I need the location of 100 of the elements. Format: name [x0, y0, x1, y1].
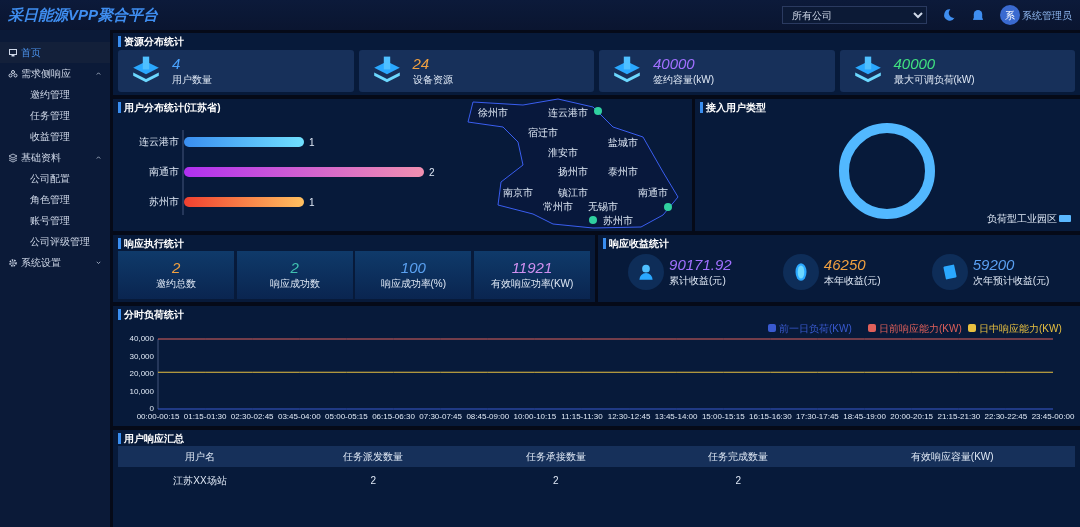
- app-title: 采日能源VPP聚合平台: [8, 4, 158, 25]
- panel-title: 响应收益统计: [602, 237, 1075, 249]
- x-tick-label: 21:15-21:30: [937, 411, 981, 421]
- stat-label: 累计收益(元): [669, 273, 727, 288]
- panel-title: 响应执行统计: [118, 237, 590, 249]
- x-tick-label: 05:00-05:15: [325, 411, 368, 421]
- sidebar-item[interactable]: 系统设置: [0, 252, 110, 273]
- x-tick-label: 07:30-07:45: [419, 411, 462, 421]
- map-label: 盐城市: [608, 137, 638, 148]
- panel-title: 用户响应汇总: [118, 432, 1075, 444]
- table-cell: 2: [282, 467, 465, 494]
- map-label: 泰州市: [608, 166, 638, 177]
- monitor-icon: [8, 47, 18, 58]
- map-label: 无锡市: [588, 201, 618, 212]
- x-tick-label: 11:15-11:30: [561, 411, 603, 421]
- stat-value: 2: [171, 259, 181, 276]
- stat-value: 11921: [511, 259, 553, 276]
- stat-label: 邀约总数: [156, 277, 197, 291]
- sidebar-subitem[interactable]: 邀约管理: [0, 84, 110, 105]
- x-tick-label: 16:15-16:30: [749, 411, 792, 421]
- map-label: 苏州市: [603, 215, 633, 226]
- legend-swatch: [968, 323, 976, 332]
- layers-icon: [8, 152, 18, 163]
- legend-label: 负荷型工业园区: [986, 211, 1057, 226]
- x-tick-label: 01:15-01:30: [183, 411, 227, 421]
- company-select[interactable]: 所有公司: [781, 6, 927, 24]
- people-icon: [8, 68, 18, 79]
- sidebar-subitem[interactable]: 收益管理: [0, 126, 110, 147]
- sidebar-subitem[interactable]: 公司评级管理: [0, 231, 110, 252]
- stat-label: 最大可调负荷(kW): [893, 72, 975, 87]
- data-label: 1: [309, 197, 315, 208]
- moon-icon[interactable]: [941, 8, 956, 22]
- map-label: 南通市: [638, 187, 668, 198]
- panel-title: 分时负荷统计: [118, 309, 1075, 320]
- stat-label: 用户数量: [172, 72, 212, 87]
- avatar: 系: [999, 5, 1020, 25]
- stat-label: 签约容量(kW): [653, 72, 715, 87]
- legend-swatch: [768, 323, 776, 332]
- stat-value: 100: [400, 259, 426, 276]
- sidebar-subitem[interactable]: 角色管理: [0, 189, 110, 210]
- stat-label: 响应成功率(%): [380, 277, 447, 291]
- y-tick-label: 0: [149, 403, 154, 413]
- x-tick-label: 12:30-12:45: [607, 411, 651, 421]
- stat-label: 有效响应功率(KW): [490, 277, 574, 291]
- map-label: 常州市: [543, 201, 573, 212]
- bell-icon[interactable]: [970, 8, 985, 22]
- x-tick-label: 13:45-14:00: [654, 411, 698, 421]
- column-header: 任务派发数量: [282, 446, 465, 467]
- sidebar-subitem[interactable]: 账号管理: [0, 210, 110, 231]
- legend-label: 日中响应能力(KW): [979, 322, 1062, 334]
- panel-title: 资源分布统计: [118, 36, 1075, 47]
- legend-swatch: [1059, 214, 1071, 222]
- legend-label: 前一日负荷(KW): [779, 322, 852, 334]
- sidebar-subitem[interactable]: 公司配置: [0, 168, 110, 189]
- x-tick-label: 00:00-00:15: [136, 411, 180, 421]
- x-tick-label: 23:45-00:00: [1031, 411, 1075, 421]
- x-tick-label: 15:00-15:15: [701, 411, 745, 421]
- stat-value: 46250: [823, 255, 867, 273]
- stat-value: 59200: [972, 255, 1016, 273]
- x-tick-label: 18:45-19:00: [843, 411, 886, 421]
- axis-label: 南通市: [149, 166, 179, 177]
- map-label: 淮安市: [548, 147, 578, 158]
- axis-label: 苏州市: [149, 196, 179, 207]
- settings-icon: [8, 257, 18, 268]
- map-label: 南京市: [503, 187, 533, 198]
- stat-value: 90171.92: [669, 255, 732, 273]
- map-label: 扬州市: [558, 166, 588, 177]
- table-cell: 2: [464, 467, 647, 494]
- x-tick-label: 03:45-04:00: [277, 411, 321, 421]
- y-tick-label: 20,000: [129, 368, 154, 378]
- legend-swatch: [868, 323, 876, 332]
- stat-label: 设备资源: [412, 72, 453, 87]
- column-header: 任务完成数量: [647, 446, 830, 467]
- location-marker: [589, 216, 597, 224]
- panel-title: 接入用户类型: [699, 101, 1075, 113]
- sidebar-item[interactable]: 基础资料: [0, 147, 110, 168]
- x-tick-label: 17:30-17:45: [796, 411, 839, 421]
- sidebar-item[interactable]: 首页: [0, 42, 110, 63]
- data-label: 2: [429, 167, 435, 178]
- y-tick-label: 40,000: [129, 333, 154, 343]
- sidebar-subitem[interactable]: 任务管理: [0, 105, 110, 126]
- stat-value: 24: [412, 54, 431, 72]
- x-tick-label: 20:00-20:15: [890, 411, 934, 421]
- stat-label: 响应成功数: [269, 277, 320, 291]
- table-cell: 江苏XX场站: [118, 467, 283, 494]
- sidebar-item[interactable]: 需求侧响应: [0, 63, 110, 84]
- x-tick-label: 22:30-22:45: [984, 411, 1028, 421]
- user-name: 系统管理员: [1022, 8, 1072, 23]
- column-header: 用户名: [118, 446, 283, 467]
- x-tick-label: 08:45-09:00: [466, 411, 510, 421]
- legend-label: 日前响应能力(KW): [879, 322, 962, 334]
- chevron-up-icon: [95, 154, 102, 161]
- column-header: 任务承接数量: [464, 446, 647, 467]
- data-label: 1: [309, 137, 315, 148]
- y-tick-label: 30,000: [129, 351, 154, 361]
- stat-label: 本年收益(元): [823, 273, 881, 288]
- chevron-up-icon: [95, 70, 102, 77]
- y-tick-label: 10,000: [129, 386, 154, 396]
- chevron-down-icon: [95, 259, 102, 266]
- stat-label: 次年预计收益(元): [972, 273, 1050, 288]
